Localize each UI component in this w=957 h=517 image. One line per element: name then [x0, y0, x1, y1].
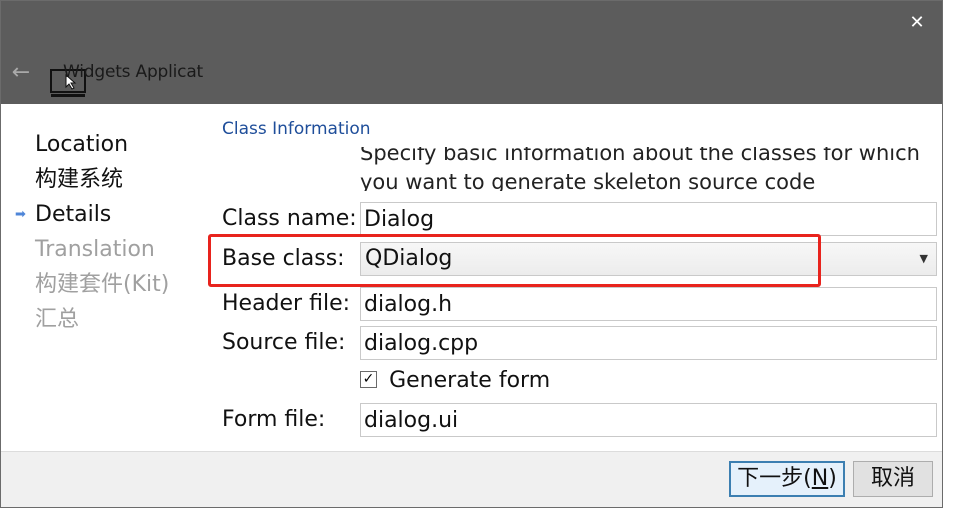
generate-form-label: Generate form [389, 368, 551, 393]
step-label: 构建套件(Kit) [35, 272, 170, 297]
source-file-input[interactable] [360, 326, 937, 360]
step-label: Details [35, 202, 112, 227]
step-label: Location [35, 132, 129, 157]
header-file-label: Header file: [222, 291, 351, 316]
current-step-arrow-icon: ➡ [15, 207, 26, 222]
title-bar: ✕ ← Widgets Applicat [1, 1, 942, 104]
wizard-window: ✕ ← Widgets Applicat Location 构建系统 ➡ Det… [0, 0, 943, 508]
step-translation: Translation [15, 232, 205, 267]
next-button[interactable]: 下一步(N) [729, 461, 845, 497]
step-label: Translation [35, 237, 155, 262]
section-title: Class Information [222, 119, 371, 139]
step-label: 构建系统 [35, 167, 124, 192]
source-file-label: Source file: [222, 330, 346, 355]
class-name-input[interactable] [360, 202, 937, 236]
subtitle-text: Specify basic information about the clas… [360, 147, 920, 191]
form-file-input[interactable] [360, 403, 937, 437]
dropdown-arrow-icon: ▼ [919, 252, 928, 265]
generate-form-option[interactable]: ✓ Generate form [360, 365, 550, 397]
next-label-prefix: 下一步( [737, 466, 812, 491]
back-arrow-icon[interactable]: ← [9, 59, 33, 87]
annotation-highlight-box [208, 234, 821, 287]
window-title: Widgets Applicat [63, 62, 204, 82]
step-label: 汇总 [35, 307, 80, 332]
step-kits: 构建套件(Kit) [15, 267, 205, 302]
wizard-steps-sidebar: Location 构建系统 ➡ Details Translation 构建套件… [15, 127, 205, 337]
page-subtitle: Specify basic information about the clas… [360, 147, 930, 191]
header-file-input[interactable] [360, 287, 937, 321]
step-summary: 汇总 [15, 302, 205, 337]
step-build-system: 构建系统 [15, 162, 205, 197]
class-name-label: Class name: [222, 206, 357, 231]
generate-form-checkbox[interactable]: ✓ [360, 371, 377, 388]
step-details: ➡ Details [15, 197, 205, 232]
next-label-suffix: ) [828, 466, 837, 491]
form-file-label: Form file: [222, 407, 326, 432]
close-icon[interactable]: ✕ [899, 9, 935, 37]
next-label-mnemonic: N [811, 466, 829, 491]
step-location: Location [15, 127, 205, 162]
button-bar: 下一步(N) 取消 [1, 451, 942, 507]
cancel-button[interactable]: 取消 [853, 461, 933, 497]
